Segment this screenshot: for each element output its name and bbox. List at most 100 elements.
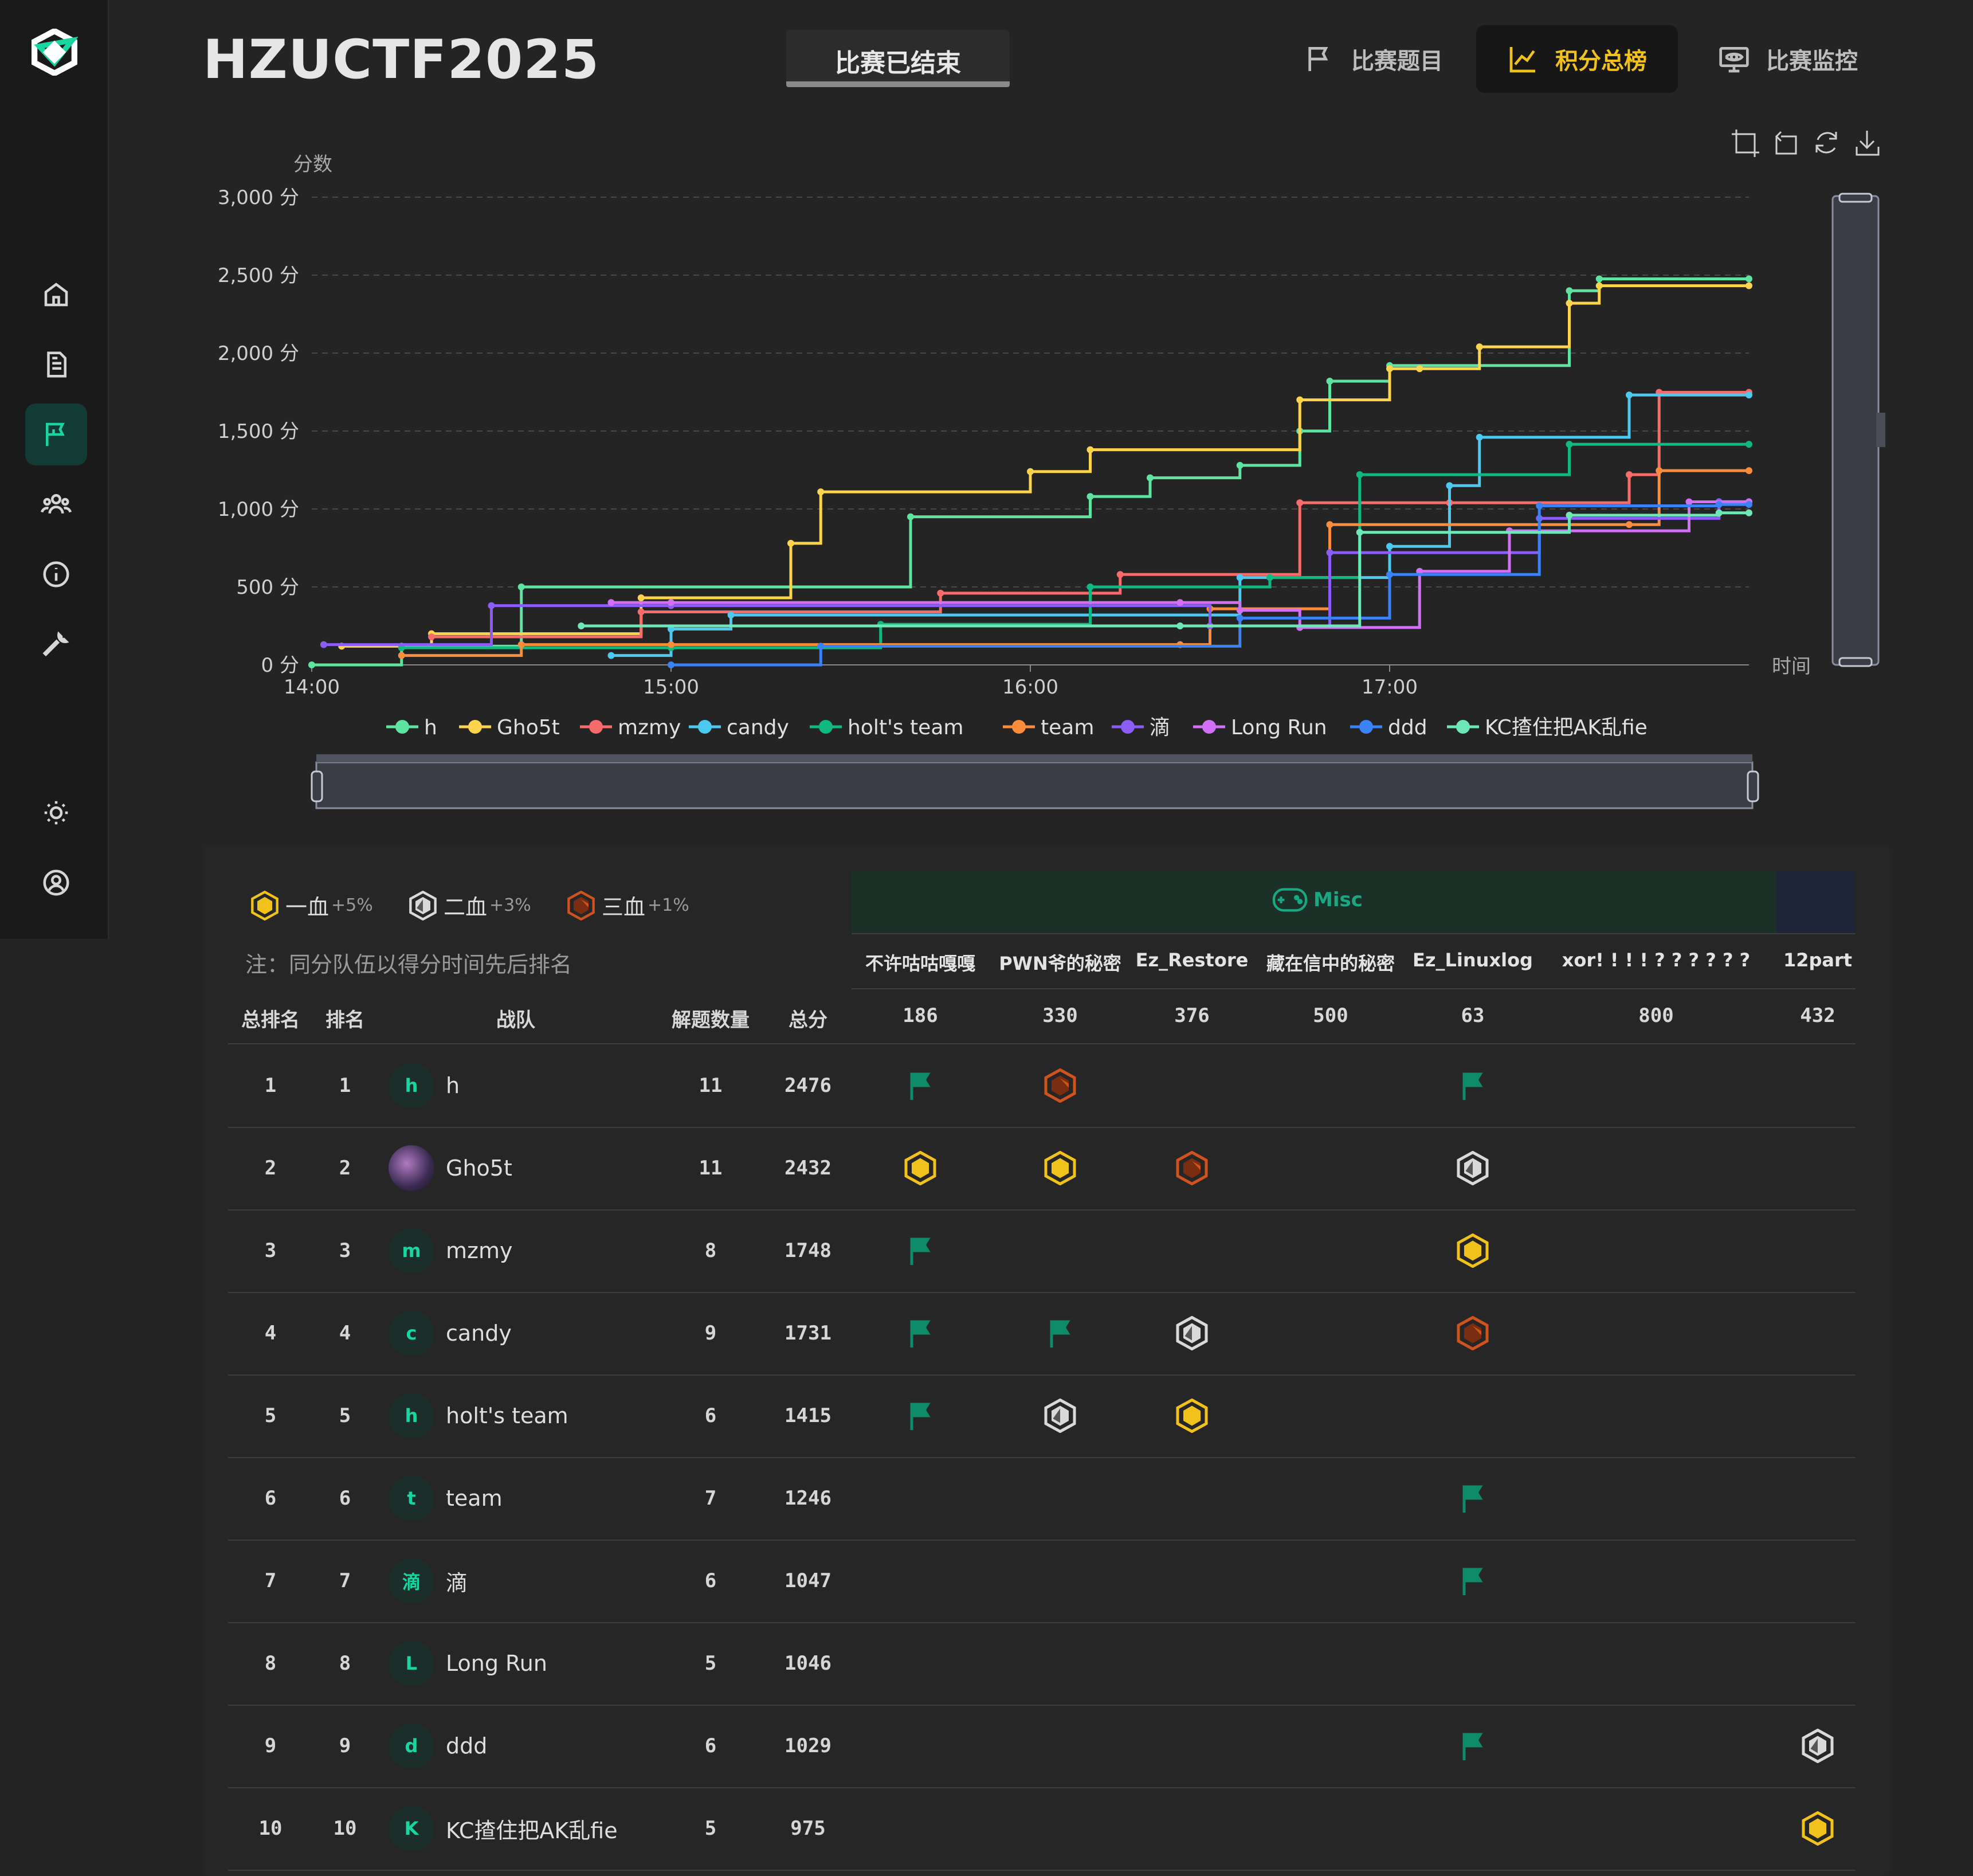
data-point bbox=[1266, 574, 1273, 581]
gold-medal-icon[interactable] bbox=[1175, 1398, 1209, 1434]
silver-medal-icon[interactable] bbox=[1456, 1150, 1490, 1186]
y-tick-label: 2,000 分 bbox=[218, 342, 299, 365]
solved-flag-icon[interactable] bbox=[903, 1233, 938, 1268]
y-tick-label: 3,000 分 bbox=[218, 186, 299, 209]
download-icon[interactable] bbox=[1856, 131, 1880, 156]
bronze-medal-icon[interactable] bbox=[1175, 1150, 1209, 1186]
challenge-score: 432 bbox=[1800, 1004, 1835, 1027]
gold-medal-icon[interactable] bbox=[1456, 1233, 1490, 1268]
overall-rank-cell: 10 bbox=[258, 1817, 283, 1840]
v-zoom-handle-bottom[interactable] bbox=[1838, 657, 1873, 667]
vertical-data-zoom[interactable] bbox=[1831, 193, 1885, 667]
table-row[interactable]: 3 3 m mzmy 8 1748 bbox=[228, 1209, 1856, 1293]
team-name[interactable]: Gho5t bbox=[446, 1127, 512, 1209]
restore-icon[interactable] bbox=[1815, 132, 1837, 154]
gold-medal-icon[interactable] bbox=[1801, 1811, 1835, 1846]
solved-flag-icon[interactable] bbox=[903, 1316, 938, 1350]
legend-item: h bbox=[386, 716, 437, 739]
silver-medal-icon[interactable] bbox=[1175, 1315, 1209, 1351]
challenge-name[interactable]: Ez_Linuxlog bbox=[1375, 949, 1570, 971]
data-point bbox=[1566, 287, 1573, 295]
challenge-score: 330 bbox=[1042, 1004, 1078, 1027]
zoom-back-icon[interactable] bbox=[1775, 131, 1797, 155]
solved-flag-icon[interactable] bbox=[1456, 1564, 1490, 1598]
team-name[interactable]: mzmy bbox=[446, 1209, 512, 1292]
gold-medal-icon[interactable] bbox=[903, 1150, 938, 1186]
data-point bbox=[1386, 571, 1393, 578]
v-zoom-grip[interactable] bbox=[1876, 413, 1885, 447]
legend-swatch-dot bbox=[468, 720, 482, 734]
solved-flag-icon[interactable] bbox=[1043, 1316, 1077, 1350]
legend-item: team bbox=[1003, 716, 1094, 739]
solved-flag-icon[interactable] bbox=[1456, 1068, 1490, 1103]
data-point bbox=[1746, 467, 1752, 475]
challenge-name[interactable]: 12part bbox=[1720, 949, 1915, 971]
data-point bbox=[1566, 299, 1573, 307]
team-name[interactable]: 滴 bbox=[446, 1540, 468, 1622]
data-point bbox=[817, 488, 825, 496]
v-zoom-handle-top[interactable] bbox=[1838, 193, 1873, 203]
h-zoom-top-bar[interactable] bbox=[316, 754, 1752, 762]
horizontal-data-zoom[interactable] bbox=[311, 754, 1759, 809]
gamepad-icon bbox=[1272, 888, 1308, 912]
data-point bbox=[1326, 377, 1333, 385]
table-row[interactable]: 10 10 K KC揸住把AK乱fie 5 975 bbox=[228, 1787, 1856, 1871]
bronze-medal-icon[interactable] bbox=[1043, 1068, 1077, 1103]
challenge-score: 376 bbox=[1174, 1004, 1210, 1027]
rank-cell: 2 bbox=[339, 1157, 351, 1180]
solved-count-cell: 11 bbox=[699, 1074, 723, 1097]
overall-rank-cell: 3 bbox=[264, 1239, 277, 1262]
zoom-select-icon[interactable] bbox=[1732, 130, 1759, 157]
table-row[interactable]: 9 9 d ddd 6 1029 bbox=[228, 1705, 1856, 1788]
table-row[interactable]: 8 8 L Long Run 5 1046 bbox=[228, 1622, 1856, 1706]
solved-flag-icon[interactable] bbox=[1456, 1729, 1490, 1763]
table-row[interactable]: 5 5 h holt's team 6 1415 bbox=[228, 1374, 1856, 1458]
data-point bbox=[428, 633, 435, 641]
table-row[interactable]: 1 1 h h 11 2476 bbox=[228, 1044, 1856, 1128]
silver-medal-icon[interactable] bbox=[1801, 1728, 1835, 1764]
chart-legend: h Gho5t mzmy candy holt's team team 滴 Long Run d… bbox=[386, 716, 1648, 739]
h-zoom-handle-left[interactable] bbox=[311, 770, 323, 802]
legend-label: mzmy bbox=[618, 716, 681, 739]
data-point bbox=[1536, 502, 1543, 510]
table-row[interactable]: 2 2 Gho5t 11 2432 bbox=[228, 1127, 1856, 1211]
avatar: 滴 bbox=[389, 1558, 434, 1604]
solved-flag-icon[interactable] bbox=[903, 1399, 938, 1433]
team-name[interactable]: h bbox=[446, 1044, 460, 1127]
overall-rank-cell: 8 bbox=[264, 1652, 277, 1675]
x-tick-label: 16:00 bbox=[1002, 676, 1058, 699]
solved-flag-icon[interactable] bbox=[1456, 1481, 1490, 1515]
table-row[interactable]: 7 7 滴滴 6 1047 bbox=[228, 1540, 1856, 1623]
team-name[interactable]: candy bbox=[446, 1292, 512, 1374]
team-name[interactable]: KC揸住把AK乱fie bbox=[446, 1787, 618, 1870]
h-zoom-handle-right[interactable] bbox=[1747, 770, 1759, 802]
legend-label: h bbox=[424, 716, 437, 739]
solved-flag-icon[interactable] bbox=[903, 1068, 938, 1103]
silver-medal-icon[interactable] bbox=[1043, 1398, 1077, 1434]
data-point bbox=[517, 583, 525, 590]
legend-item: ddd bbox=[1350, 716, 1427, 739]
table-row[interactable]: 6 6 t team 7 1246 bbox=[228, 1457, 1856, 1541]
overall-rank-cell: 2 bbox=[264, 1157, 277, 1180]
user-menu[interactable] bbox=[25, 852, 87, 914]
y-axis-title: 分数 bbox=[293, 153, 332, 176]
team-name[interactable]: holt's team bbox=[446, 1374, 568, 1457]
team-name[interactable]: team bbox=[446, 1457, 503, 1540]
data-point bbox=[1746, 391, 1752, 399]
x-tick-label: 15:00 bbox=[643, 676, 699, 699]
legend-item: KC揸住把AK乱fie bbox=[1447, 716, 1648, 739]
legend-swatch-dot bbox=[698, 720, 712, 734]
gold-medal-icon[interactable] bbox=[1043, 1150, 1077, 1186]
data-point bbox=[1116, 571, 1124, 578]
data-point bbox=[668, 661, 674, 668]
legend-swatch-dot bbox=[1359, 720, 1373, 734]
data-point bbox=[517, 641, 525, 648]
gold-medal-icon bbox=[251, 890, 279, 921]
table-row[interactable]: 4 4 c candy 9 1731 bbox=[228, 1292, 1856, 1376]
team-name[interactable]: ddd bbox=[446, 1705, 487, 1787]
data-point bbox=[1715, 501, 1723, 508]
team-name[interactable]: Long Run bbox=[446, 1622, 547, 1705]
solved-count-cell: 6 bbox=[704, 1404, 717, 1427]
bronze-medal-icon[interactable] bbox=[1456, 1315, 1490, 1351]
legend-label: holt's team bbox=[848, 716, 963, 739]
